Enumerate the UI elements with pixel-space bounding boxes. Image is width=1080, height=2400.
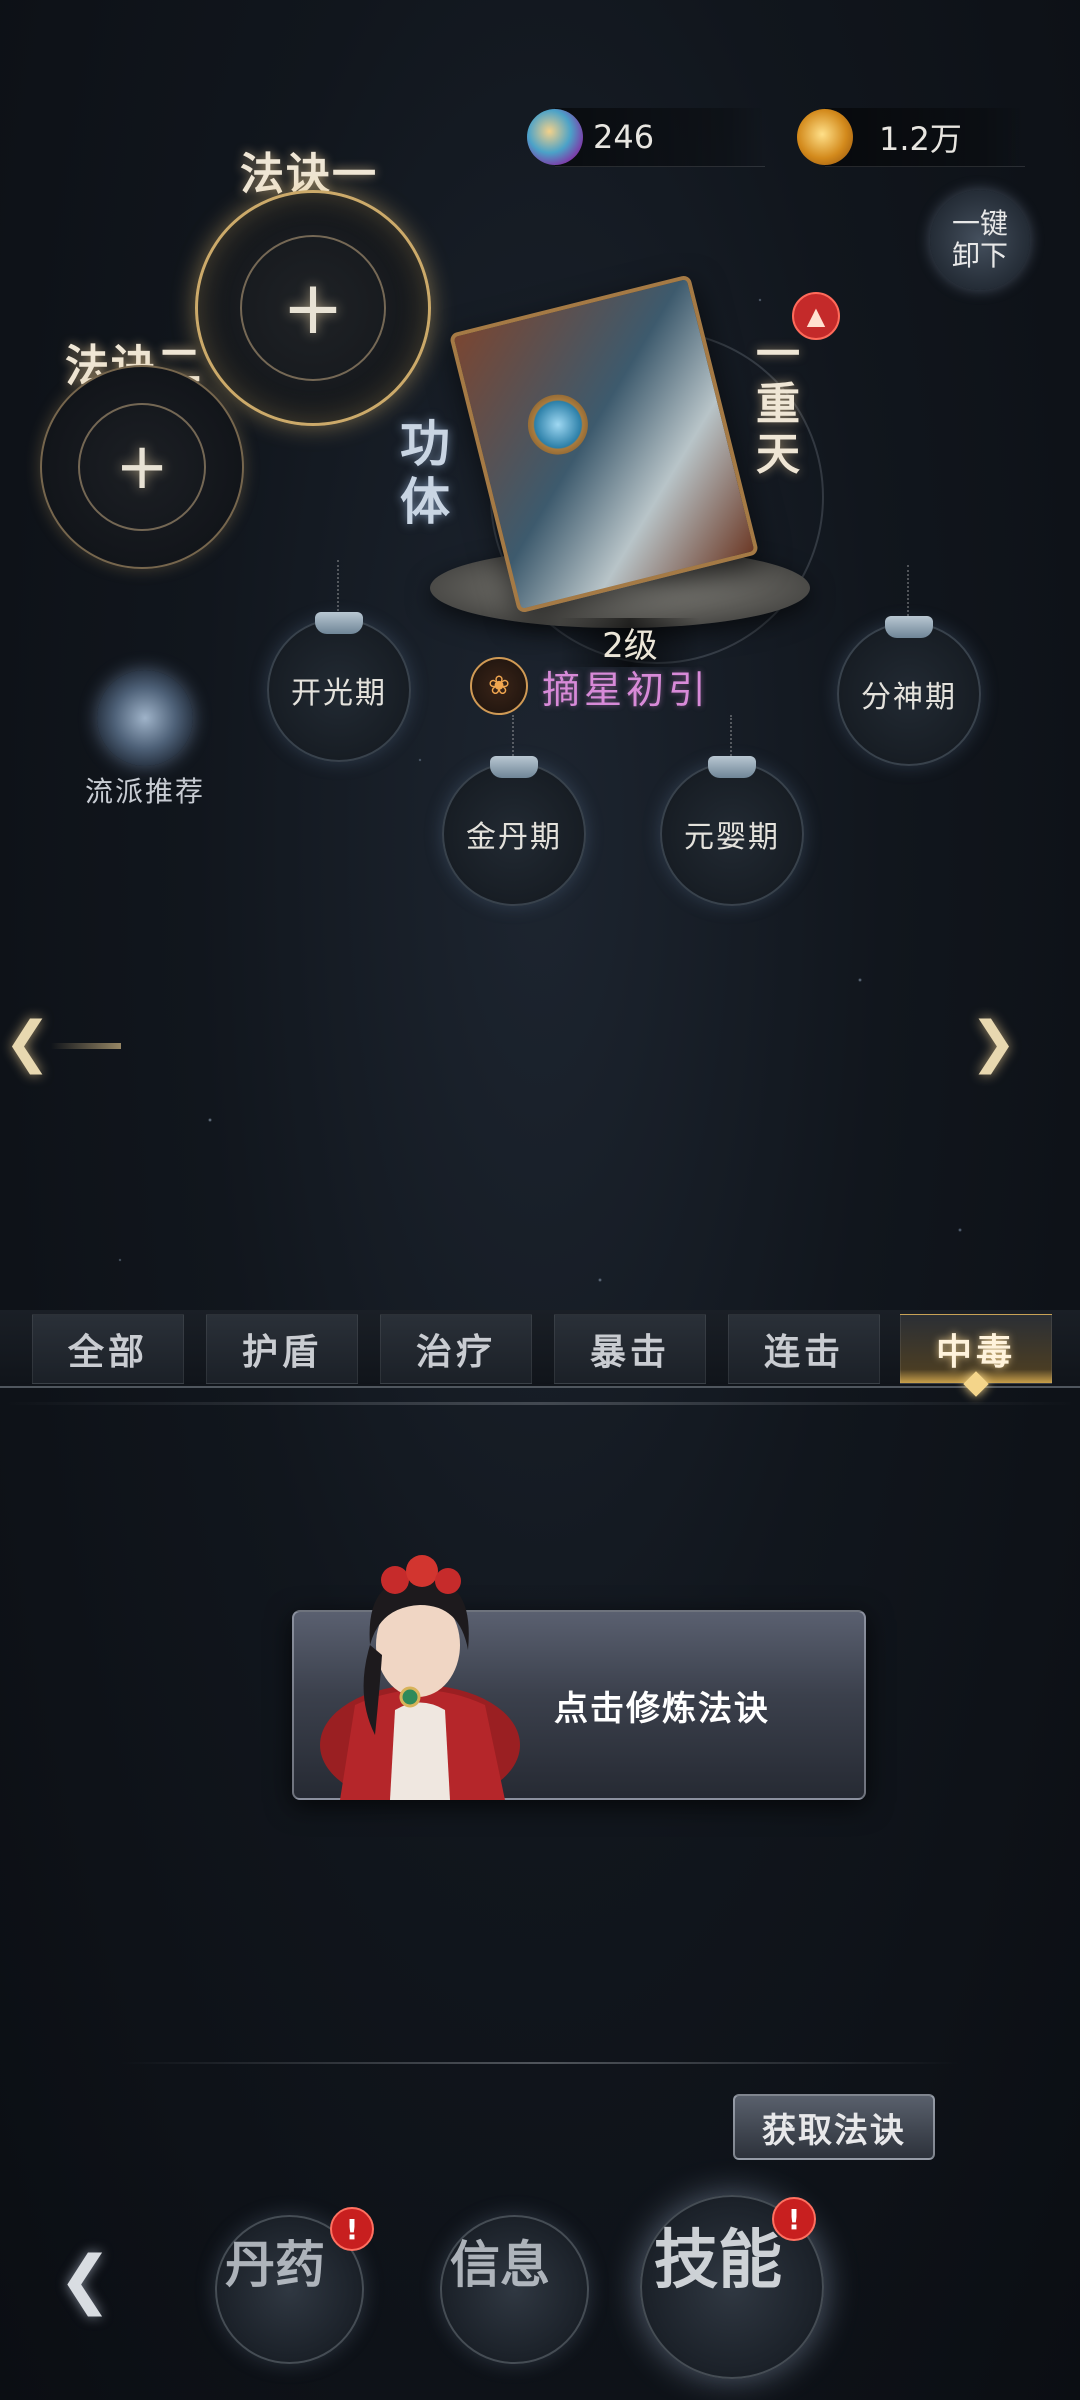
stage-fenshen-label: 分神期	[861, 680, 957, 715]
tab-label: 暴击	[589, 1331, 670, 1373]
tab-heal[interactable]: 治疗	[380, 1314, 532, 1384]
nav-danyao-label: 丹药	[225, 2235, 325, 2294]
back-arrow-icon[interactable]: ❮	[10, 2240, 160, 2320]
divider	[120, 2062, 960, 2064]
stage-yuanying-label: 元婴期	[684, 820, 780, 855]
tab-all[interactable]: 全部	[32, 1314, 184, 1384]
nav-danyao-button[interactable]: 丹药 !	[215, 2207, 374, 2364]
stage-kaiguang[interactable]: 开光期	[267, 612, 411, 762]
tab-label: 治疗	[415, 1331, 496, 1373]
potion-icon	[527, 109, 583, 165]
tab-shield[interactable]: 护盾	[206, 1314, 358, 1384]
slot1-inner-ring: +	[239, 234, 387, 382]
nav-xinxi-label: 信息	[450, 2235, 550, 2294]
active-tab-indicator	[963, 1371, 989, 1397]
character-portrait	[320, 1555, 520, 1800]
stage-yuanying[interactable]: 元婴期	[660, 756, 804, 906]
stage-cap	[315, 612, 363, 634]
unload-all-button[interactable]: 一键卸下	[930, 190, 1030, 290]
alert-badge-icon: !	[772, 2197, 816, 2241]
tab-poison[interactable]: 中毒	[900, 1314, 1052, 1397]
connector-line	[907, 565, 909, 620]
stage-cap	[490, 756, 538, 778]
coin-resource: 1.2万	[797, 108, 1025, 167]
nav-jineng-button[interactable]: 技能 !	[640, 2195, 824, 2379]
gongfa-skill[interactable]: ❀ 摘星初引	[470, 656, 710, 716]
tab-combo[interactable]: 连击	[728, 1314, 880, 1384]
skill-name: 摘星初引	[542, 667, 711, 712]
connector-line	[512, 715, 514, 760]
lotus-skill-icon: ❀	[470, 657, 528, 715]
connector-line	[730, 715, 732, 760]
stage-jindan[interactable]: 金丹期	[442, 756, 586, 906]
stage-cap	[708, 756, 756, 778]
stage-jindan-label: 金丹期	[466, 820, 562, 855]
stage-cap	[885, 616, 933, 638]
next-page-arrow-icon[interactable]: ❯	[970, 1010, 1017, 1075]
tab-label: 全部	[67, 1331, 148, 1373]
swirl-icon	[97, 670, 193, 766]
coin-icon	[797, 109, 853, 165]
category-tab-bar: 全部 护盾 治疗 暴击 连击 中毒	[0, 1310, 1080, 1397]
school-recommend-label: 流派推荐	[84, 775, 205, 808]
prev-page-arrow-icon[interactable]: ❮	[4, 1010, 121, 1075]
stage-kaiguang-label: 开光期	[291, 676, 387, 711]
tab-label: 连击	[763, 1331, 844, 1373]
coin-value: 1.2万	[879, 120, 962, 158]
book-gem	[521, 388, 595, 461]
slot2-inner-ring: +	[78, 403, 206, 531]
obtain-fajue-label: 获取法诀	[762, 2110, 906, 2151]
alert-badge-icon: !	[330, 2207, 374, 2251]
fajue-slot-2[interactable]: +	[40, 365, 244, 569]
potion-resource: 246	[527, 108, 765, 167]
stage-fenshen[interactable]: 分神期	[837, 616, 981, 766]
realm-label: 一重天	[756, 329, 800, 480]
tab-label: 护盾	[241, 1331, 322, 1373]
divider	[0, 1402, 1080, 1405]
nav-jineng-label: 技能	[654, 2223, 782, 2298]
tab-crit[interactable]: 暴击	[554, 1314, 706, 1384]
connector-line	[337, 560, 339, 615]
add-icon: +	[115, 430, 169, 504]
fajue-slot-1[interactable]: +	[195, 190, 431, 426]
nav-xinxi-button[interactable]: 信息	[440, 2215, 589, 2364]
tab-label: 中毒	[935, 1331, 1016, 1373]
unload-all-label: 一键卸下	[951, 207, 1008, 272]
add-icon: +	[281, 265, 344, 351]
obtain-fajue-button[interactable]: 获取法诀	[733, 2094, 935, 2160]
school-recommend-button[interactable]: 流派推荐	[80, 670, 210, 810]
potion-value: 246	[593, 118, 655, 156]
upgrade-badge-icon: ▲	[792, 292, 840, 340]
gongfa-type-label: 功体	[400, 414, 450, 531]
practice-card-text: 点击修炼法诀	[554, 1688, 770, 1729]
